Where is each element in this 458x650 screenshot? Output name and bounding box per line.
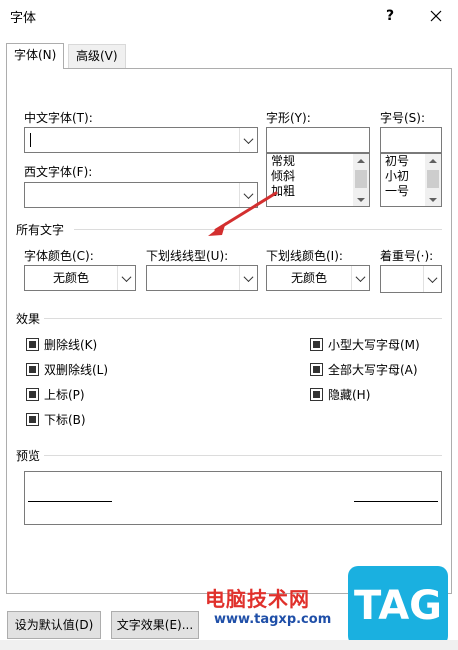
text-cursor bbox=[30, 133, 31, 147]
font-color-value: 无颜色 bbox=[52, 271, 89, 285]
emphasis-mark-dropdown-button[interactable] bbox=[423, 266, 441, 292]
section-divider bbox=[44, 455, 442, 456]
arrow-down-icon bbox=[357, 197, 365, 202]
checkbox-box[interactable] bbox=[310, 363, 323, 376]
tag-logo: TAG bbox=[348, 566, 448, 646]
font-style-label: 字形(Y): bbox=[266, 111, 311, 125]
checkbox-label: 小型大写字母(M) bbox=[328, 338, 420, 352]
all-text-section-title: 所有文字 bbox=[16, 223, 65, 237]
scroll-up-button[interactable] bbox=[425, 154, 441, 167]
arrow-down-icon bbox=[429, 197, 437, 202]
font-color-dropdown-button[interactable] bbox=[117, 266, 135, 290]
double-strikethrough-checkbox[interactable]: 双删除线(L) bbox=[26, 361, 108, 378]
font-size-input[interactable] bbox=[380, 127, 442, 153]
underline-type-value bbox=[147, 266, 239, 290]
checkbox-label: 下标(B) bbox=[44, 413, 86, 427]
underline-color-label: 下划线颜色(I): bbox=[266, 249, 343, 263]
font-color-label: 字体颜色(C): bbox=[24, 249, 94, 263]
arrow-up-icon bbox=[429, 158, 437, 163]
strikethrough-checkbox[interactable]: 删除线(K) bbox=[26, 336, 97, 353]
checkbox-mixed-icon bbox=[29, 416, 36, 423]
checkbox-box[interactable] bbox=[26, 388, 39, 401]
annotation-arrow-icon bbox=[208, 191, 278, 236]
close-icon bbox=[430, 10, 442, 22]
checkbox-box[interactable] bbox=[26, 413, 39, 426]
small-caps-checkbox[interactable]: 小型大写字母(M) bbox=[310, 336, 420, 353]
underline-type-dropdown-button[interactable] bbox=[239, 266, 257, 290]
all-caps-checkbox[interactable]: 全部大写字母(A) bbox=[310, 361, 418, 378]
hidden-checkbox[interactable]: 隐藏(H) bbox=[310, 386, 370, 403]
underline-type-combo[interactable] bbox=[146, 265, 258, 291]
checkbox-mixed-icon bbox=[29, 366, 36, 373]
preview-section-title: 预览 bbox=[16, 449, 41, 463]
scroll-up-button[interactable] bbox=[353, 154, 369, 167]
checkbox-box[interactable] bbox=[26, 363, 39, 376]
chinese-font-value bbox=[25, 128, 239, 152]
checkbox-box[interactable] bbox=[26, 338, 39, 351]
checkbox-mixed-icon bbox=[29, 341, 36, 348]
arrow-up-icon bbox=[357, 158, 365, 163]
checkbox-box[interactable] bbox=[310, 388, 323, 401]
chinese-font-dropdown-button[interactable] bbox=[239, 128, 257, 152]
font-style-list[interactable]: 常规 倾斜 加粗 bbox=[266, 153, 370, 207]
emphasis-mark-value bbox=[381, 266, 423, 292]
close-button[interactable] bbox=[418, 4, 454, 28]
superscript-checkbox[interactable]: 上标(P) bbox=[26, 386, 85, 403]
tab-font[interactable]: 字体(N) bbox=[6, 43, 65, 69]
watermark-url: www.tagxp.com bbox=[214, 612, 332, 627]
bottom-strip bbox=[0, 640, 458, 650]
font-color-combo[interactable]: 无颜色 bbox=[24, 265, 136, 291]
underline-type-label: 下划线线型(U): bbox=[146, 249, 229, 263]
effects-section-title: 效果 bbox=[16, 312, 41, 326]
scroll-down-button[interactable] bbox=[425, 193, 441, 206]
checkbox-mixed-icon bbox=[313, 391, 320, 398]
help-button[interactable]: ? bbox=[372, 4, 408, 28]
checkbox-box[interactable] bbox=[310, 338, 323, 351]
chevron-down-icon bbox=[243, 271, 254, 282]
checkbox-label: 隐藏(H) bbox=[328, 388, 371, 402]
western-font-label: 西文字体(F): bbox=[24, 165, 93, 179]
underline-color-dropdown-button[interactable] bbox=[351, 266, 369, 290]
checkbox-label: 双删除线(L) bbox=[44, 363, 109, 377]
checkbox-mixed-icon bbox=[313, 366, 320, 373]
underline-color-value: 无颜色 bbox=[290, 271, 327, 285]
checkbox-mixed-icon bbox=[313, 341, 320, 348]
text-effects-button[interactable]: 文字效果(E)... bbox=[111, 611, 199, 639]
chinese-font-label: 中文字体(T): bbox=[24, 111, 93, 125]
preview-left-line bbox=[28, 501, 112, 502]
set-default-button[interactable]: 设为默认值(D) bbox=[7, 611, 101, 639]
font-style-input[interactable] bbox=[266, 127, 370, 153]
checkbox-label: 全部大写字母(A) bbox=[328, 363, 418, 377]
chevron-down-icon bbox=[243, 133, 254, 144]
chinese-font-combo[interactable] bbox=[24, 127, 258, 153]
emphasis-mark-label: 着重号(·): bbox=[380, 249, 434, 263]
emphasis-mark-combo[interactable] bbox=[380, 265, 442, 293]
font-size-list[interactable]: 初号 小初 一号 bbox=[380, 153, 442, 207]
checkbox-label: 上标(P) bbox=[44, 388, 85, 402]
scrollbar-thumb[interactable] bbox=[355, 170, 367, 188]
font-size-label: 字号(S): bbox=[380, 111, 426, 125]
chevron-down-icon bbox=[355, 271, 366, 282]
scrollbar-thumb[interactable] bbox=[427, 170, 439, 188]
checkbox-label: 删除线(K) bbox=[44, 338, 98, 352]
subscript-checkbox[interactable]: 下标(B) bbox=[26, 411, 86, 428]
chevron-down-icon bbox=[121, 271, 132, 282]
watermark-text: 电脑技术网 bbox=[205, 587, 310, 611]
window-title: 字体 bbox=[10, 11, 37, 26]
chevron-down-icon bbox=[427, 272, 438, 283]
font-style-scrollbar[interactable] bbox=[353, 154, 369, 206]
font-size-scrollbar[interactable] bbox=[425, 154, 441, 206]
preview-right-line bbox=[354, 501, 438, 502]
preview-box bbox=[24, 471, 442, 525]
scroll-down-button[interactable] bbox=[353, 193, 369, 206]
checkbox-mixed-icon bbox=[29, 391, 36, 398]
underline-color-combo[interactable]: 无颜色 bbox=[266, 265, 370, 291]
tab-advanced[interactable]: 高级(V) bbox=[68, 44, 126, 68]
section-divider bbox=[44, 318, 442, 319]
